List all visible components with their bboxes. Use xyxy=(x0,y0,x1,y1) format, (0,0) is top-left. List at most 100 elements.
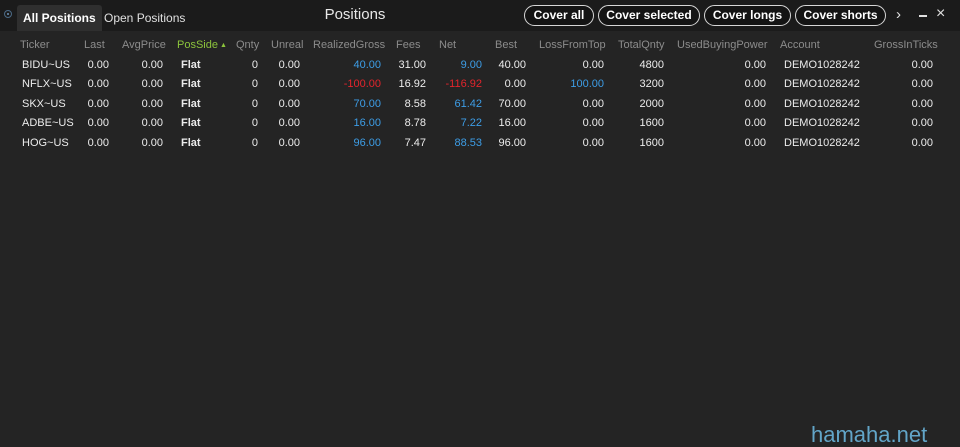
cell-qnty: 0 xyxy=(251,59,258,71)
cell-totalqnty: 1600 xyxy=(639,136,664,149)
cover-all-button[interactable]: Cover all xyxy=(524,5,594,26)
cover-shorts-button[interactable]: Cover shorts xyxy=(795,5,886,26)
cell-avgprice: 0.00 xyxy=(141,97,163,110)
cell-ticker: ADBE~US xyxy=(22,117,74,130)
cell-usedbuyingpower: 0.00 xyxy=(744,59,766,71)
cell-totalqnty: 4800 xyxy=(639,59,664,71)
cell-unreal: 0.00 xyxy=(278,117,300,130)
cell-posside: Flat xyxy=(181,97,201,110)
cell-avgprice: 0.00 xyxy=(141,117,163,130)
cell-grossinticks: 0.00 xyxy=(911,136,933,149)
cell-qnty: 0 xyxy=(251,97,258,110)
cell-realizedgross: -100.00 xyxy=(343,78,381,91)
cover-selected-button[interactable]: Cover selected xyxy=(598,5,700,26)
cell-lossfromtop: 0.00 xyxy=(582,59,604,71)
cell-usedbuyingpower: 0.00 xyxy=(744,117,766,130)
cell-account: DEMO1028242 xyxy=(784,59,860,71)
col-header-totalqnty[interactable]: TotalQnty xyxy=(618,38,664,52)
cell-qnty: 0 xyxy=(251,78,258,91)
tab-all-positions[interactable]: All Positions xyxy=(17,5,102,31)
tab-open-positions[interactable]: Open Positions xyxy=(98,5,191,31)
watermark: hamaha.net xyxy=(811,422,928,447)
cell-ticker: HOG~US xyxy=(22,136,69,149)
col-header-posside-label: PosSide xyxy=(177,39,218,51)
cell-net: 88.53 xyxy=(454,136,482,149)
cell-grossinticks: 0.00 xyxy=(911,78,933,91)
cell-unreal: 0.00 xyxy=(278,97,300,110)
cell-grossinticks: 0.00 xyxy=(911,97,933,110)
cell-usedbuyingpower: 0.00 xyxy=(744,97,766,110)
col-header-qnty[interactable]: Qnty xyxy=(236,38,259,52)
col-header-usedbuyingpower[interactable]: UsedBuyingPower xyxy=(677,38,768,52)
col-header-last[interactable]: Last xyxy=(84,38,105,52)
cell-best: 96.00 xyxy=(498,136,526,149)
cell-posside: Flat xyxy=(181,59,201,71)
cell-last: 0.00 xyxy=(87,78,109,91)
cell-account: DEMO1028242 xyxy=(784,136,860,149)
cell-fees: 8.58 xyxy=(404,97,426,110)
cell-qnty: 0 xyxy=(251,136,258,149)
cell-fees: 16.92 xyxy=(398,78,426,91)
cell-fees: 7.47 xyxy=(404,136,426,149)
cell-qnty: 0 xyxy=(251,117,258,130)
cell-realizedgross: 70.00 xyxy=(353,97,381,110)
col-header-fees[interactable]: Fees xyxy=(396,38,420,52)
cell-best: 16.00 xyxy=(498,117,526,130)
cell-posside: Flat xyxy=(181,78,201,91)
cell-last: 0.00 xyxy=(87,136,109,149)
cell-account: DEMO1028242 xyxy=(784,78,860,91)
col-header-net[interactable]: Net xyxy=(439,38,456,52)
cell-account: DEMO1028242 xyxy=(784,117,860,130)
col-header-lossfromtop[interactable]: LossFromTop xyxy=(539,38,606,52)
cell-last: 0.00 xyxy=(87,117,109,130)
col-header-realizedgross[interactable]: RealizedGross xyxy=(313,38,385,52)
cell-grossinticks: 0.00 xyxy=(911,59,933,71)
chevron-right-icon[interactable]: › xyxy=(896,6,901,23)
pin-icon[interactable] xyxy=(4,10,12,18)
cell-avgprice: 0.00 xyxy=(141,136,163,149)
cell-grossinticks: 0.00 xyxy=(911,117,933,130)
cell-usedbuyingpower: 0.00 xyxy=(744,136,766,149)
cell-realizedgross: 40.00 xyxy=(353,59,381,71)
cell-last: 0.00 xyxy=(87,97,109,110)
cell-last: 0.00 xyxy=(87,59,109,71)
title-bar: All Positions Open Positions Positions C… xyxy=(0,0,960,31)
cell-lossfromtop: 100.00 xyxy=(570,78,604,91)
cell-posside: Flat xyxy=(181,136,201,149)
window-title: Positions xyxy=(324,6,386,23)
col-header-account[interactable]: Account xyxy=(780,38,820,52)
cell-realizedgross: 96.00 xyxy=(353,136,381,149)
cover-longs-button[interactable]: Cover longs xyxy=(704,5,791,26)
col-header-best[interactable]: Best xyxy=(495,38,517,52)
cell-unreal: 0.00 xyxy=(278,78,300,91)
cell-totalqnty: 3200 xyxy=(639,78,664,91)
cell-totalqnty: 1600 xyxy=(639,117,664,130)
cell-account: DEMO1028242 xyxy=(784,97,860,110)
cell-ticker: SKX~US xyxy=(22,97,66,110)
col-header-posside[interactable]: PosSide ▲ xyxy=(177,38,227,53)
cell-avgprice: 0.00 xyxy=(141,59,163,71)
cell-posside: Flat xyxy=(181,117,201,130)
cell-lossfromtop: 0.00 xyxy=(582,136,604,149)
col-header-unreal[interactable]: Unreal xyxy=(271,38,303,52)
close-icon[interactable]: × xyxy=(936,5,945,23)
cell-net: 9.00 xyxy=(460,59,482,71)
cell-net: -116.92 xyxy=(445,78,483,91)
cell-usedbuyingpower: 0.00 xyxy=(744,78,766,91)
cell-net: 61.42 xyxy=(454,97,482,110)
col-header-avgprice[interactable]: AvgPrice xyxy=(122,38,166,52)
sort-ascending-icon: ▲ xyxy=(219,42,227,49)
cell-totalqnty: 2000 xyxy=(639,97,664,110)
minimize-icon[interactable] xyxy=(919,15,927,17)
col-header-grossinticks[interactable]: GrossInTicks xyxy=(874,38,938,52)
cell-lossfromtop: 0.00 xyxy=(582,97,604,110)
cell-unreal: 0.00 xyxy=(278,59,300,71)
cell-unreal: 0.00 xyxy=(278,136,300,149)
col-header-ticker[interactable]: Ticker xyxy=(20,38,50,52)
cell-fees: 8.78 xyxy=(404,117,426,130)
cell-best: 40.00 xyxy=(498,59,526,71)
cell-net: 7.22 xyxy=(460,117,482,130)
cell-ticker: BIDU~US xyxy=(22,59,70,71)
cell-ticker: NFLX~US xyxy=(22,78,72,91)
cell-best: 70.00 xyxy=(498,97,526,110)
